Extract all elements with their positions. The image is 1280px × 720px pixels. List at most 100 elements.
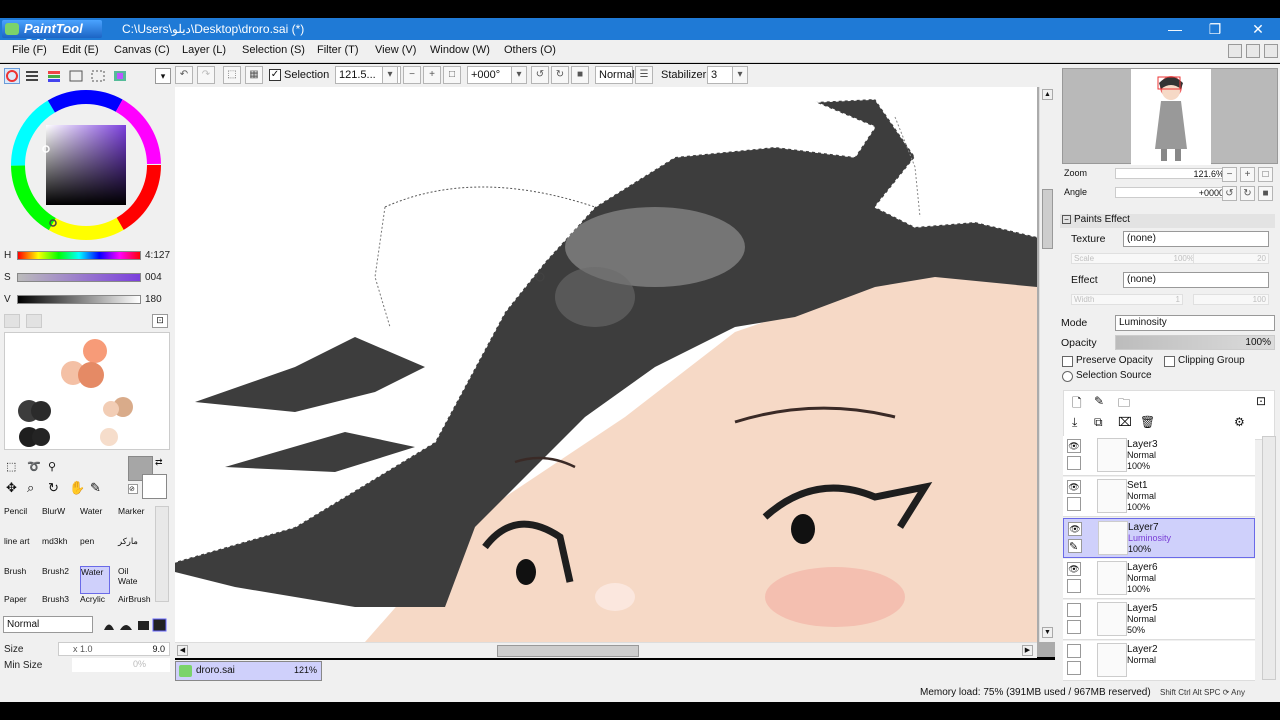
- canvas-vertical-scrollbar[interactable]: ▲ ▼: [1039, 87, 1055, 642]
- swatch-clear-icon[interactable]: [26, 314, 42, 328]
- navigator-preview[interactable]: [1062, 68, 1278, 165]
- swatch-add-icon[interactable]: [4, 314, 20, 328]
- menu-layer[interactable]: Layer (L): [182, 44, 226, 56]
- scroll-left-icon[interactable]: ◀: [177, 645, 188, 656]
- layer-row-layer6[interactable]: 👁 Layer6 Normal 100%: [1063, 559, 1255, 599]
- layer-properties-icon[interactable]: ⚙: [1234, 415, 1245, 429]
- scroll-right-icon[interactable]: ▶: [1022, 645, 1033, 656]
- color-scratchpad[interactable]: [4, 332, 170, 450]
- layer-lock-checkbox[interactable]: ✎: [1068, 539, 1082, 553]
- delete-layer-icon[interactable]: 🗑: [1140, 415, 1155, 429]
- undo-icon[interactable]: ↶: [175, 66, 193, 84]
- zoom-dropdown-icon[interactable]: ▾: [382, 66, 398, 84]
- selection-source-radio[interactable]: [1062, 371, 1073, 382]
- mdi-restore-button[interactable]: [1246, 44, 1260, 58]
- brush-shape-buttons[interactable]: [100, 617, 168, 632]
- rotate-reset-icon[interactable]: ■: [571, 66, 589, 84]
- lasso-icon[interactable]: ➰: [27, 460, 41, 474]
- navigator-angle-slider[interactable]: +0000: [1115, 187, 1227, 198]
- brush-grid-scrollbar[interactable]: [155, 506, 169, 602]
- preserve-opacity-checkbox[interactable]: [1062, 356, 1073, 367]
- menu-edit[interactable]: Edit (E): [62, 44, 99, 56]
- layer-mask-icon[interactable]: ⊡: [1256, 394, 1266, 408]
- texture-select[interactable]: (none): [1123, 231, 1269, 247]
- rgb-slider-mode-icon[interactable]: [24, 68, 40, 84]
- menu-canvas[interactable]: Canvas (C): [114, 44, 170, 56]
- hand-icon[interactable]: ✋: [69, 480, 85, 496]
- layer-visibility-eye-icon[interactable]: 👁: [1068, 522, 1082, 536]
- swatch-menu-icon[interactable]: ⊡: [152, 314, 168, 328]
- blend-mode-select[interactable]: Normal: [3, 616, 93, 633]
- drawing-canvas[interactable]: [175, 87, 1037, 642]
- navigator-zoom-slider[interactable]: 121.6%: [1115, 168, 1227, 179]
- color-wheel-mode-icon[interactable]: [4, 68, 20, 84]
- layer-lock-checkbox[interactable]: [1067, 497, 1081, 511]
- horizontal-scroll-thumb[interactable]: [497, 645, 639, 657]
- redo-icon[interactable]: ↷: [197, 66, 215, 84]
- view-mode-select[interactable]: Normal: [595, 66, 634, 84]
- saturation-slider[interactable]: [17, 273, 141, 282]
- brush-water-selected[interactable]: Water: [80, 566, 110, 594]
- brush-line-art[interactable]: line art: [4, 536, 34, 564]
- document-tab[interactable]: droro.sai 121%: [175, 661, 322, 681]
- zoom-icon[interactable]: ⌕: [27, 480, 43, 496]
- effect-width-slider[interactable]: Width 1: [1071, 294, 1183, 305]
- angle-dropdown-icon[interactable]: ▾: [511, 66, 527, 84]
- invert-selection-icon[interactable]: ▦: [245, 66, 263, 84]
- zoom-reset-icon[interactable]: □: [443, 66, 461, 84]
- menu-file[interactable]: File (F): [12, 44, 47, 56]
- new-linework-layer-icon[interactable]: ✎: [1094, 394, 1104, 408]
- transparent-color-icon[interactable]: ⊘: [128, 484, 138, 494]
- color-wheel[interactable]: [10, 89, 162, 241]
- brush-pen[interactable]: pen: [80, 536, 110, 564]
- layer-mode-select[interactable]: Luminosity: [1115, 315, 1275, 331]
- deselect-icon[interactable]: ⬚: [223, 66, 241, 84]
- layer-row-layer5[interactable]: Layer5 Normal 50%: [1063, 600, 1255, 640]
- zoom-out-icon[interactable]: −: [403, 66, 421, 84]
- menu-view[interactable]: View (V): [375, 44, 416, 56]
- texture-scale-slider[interactable]: Scale 100%: [1071, 253, 1197, 264]
- layer-visibility-eye-icon[interactable]: 👁: [1067, 480, 1081, 494]
- nav-zoom-in-icon[interactable]: +: [1240, 167, 1255, 182]
- nav-rotate-left-icon[interactable]: ↺: [1222, 186, 1237, 201]
- menu-window[interactable]: Window (W): [430, 44, 490, 56]
- toolbar-menu-icon[interactable]: ▾: [155, 68, 171, 84]
- layer-visibility-eye-icon[interactable]: [1067, 644, 1081, 658]
- scroll-down-icon[interactable]: ▼: [1042, 627, 1053, 638]
- layer-lock-checkbox[interactable]: [1067, 661, 1081, 675]
- scratchpad-mode-icon[interactable]: [90, 68, 106, 84]
- swatch-mode-icon[interactable]: [68, 68, 84, 84]
- nav-rotate-right-icon[interactable]: ↻: [1240, 186, 1255, 201]
- menu-filter[interactable]: Filter (T): [317, 44, 359, 56]
- clipping-group-checkbox[interactable]: [1164, 356, 1175, 367]
- layer-lock-checkbox[interactable]: [1067, 579, 1081, 593]
- layer-visibility-eye-icon[interactable]: 👁: [1067, 562, 1081, 576]
- layer-lock-checkbox[interactable]: [1067, 456, 1081, 470]
- close-button[interactable]: ✕: [1243, 20, 1273, 38]
- mdi-close-button[interactable]: [1264, 44, 1278, 58]
- background-color-swatch[interactable]: [142, 474, 167, 499]
- minimize-button[interactable]: —: [1160, 20, 1190, 38]
- layer-visibility-eye-icon[interactable]: 👁: [1067, 439, 1081, 453]
- zoom-in-icon[interactable]: +: [423, 66, 441, 84]
- scratchpad-swatches[interactable]: [5, 333, 171, 451]
- value-slider[interactable]: [17, 295, 141, 304]
- new-folder-icon[interactable]: 🗀: [1118, 394, 1130, 415]
- maximize-button[interactable]: ❐: [1200, 20, 1230, 38]
- brush-brush2[interactable]: Brush2: [42, 566, 72, 594]
- new-layer-icon[interactable]: 🗋: [1072, 394, 1082, 415]
- effect-select[interactable]: (none): [1123, 272, 1269, 288]
- transfer-down-icon[interactable]: ⤓: [1072, 415, 1077, 430]
- brush-brush[interactable]: Brush: [4, 566, 34, 594]
- brush-oil-water[interactable]: Oil Wate: [118, 566, 148, 594]
- nav-zoom-reset-icon[interactable]: □: [1258, 167, 1273, 182]
- move-icon[interactable]: ✥: [6, 480, 22, 496]
- layer-visibility-eye-icon[interactable]: [1067, 603, 1081, 617]
- nav-rotate-reset-icon[interactable]: ■: [1258, 186, 1273, 201]
- hsv-slider-mode-icon[interactable]: [46, 68, 62, 84]
- eyedropper-icon[interactable]: ✎: [90, 480, 106, 496]
- menu-others[interactable]: Others (O): [504, 44, 556, 56]
- rotate-left-icon[interactable]: ↺: [531, 66, 549, 84]
- clear-layer-icon[interactable]: ⌧: [1118, 415, 1132, 429]
- brush-marker-2[interactable]: مارکر: [118, 536, 148, 564]
